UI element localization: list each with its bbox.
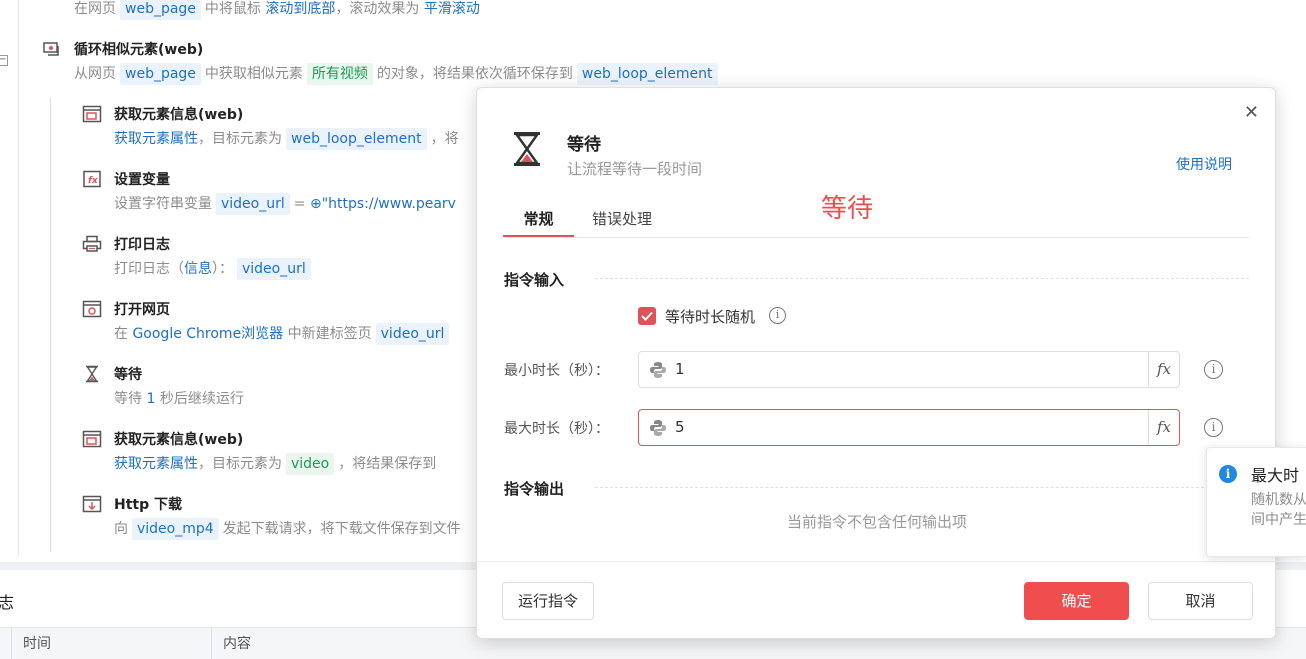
app-stage: − 在网页 web_page 中将鼠标 滚动到底部，滚动效果为 平滑滚动 循环相似元…: [0, 0, 1306, 659]
footer-divider: [477, 561, 1277, 562]
step-print-log[interactable]: 打印日志 打印日志（信息）： video_url: [82, 232, 482, 282]
step-http-download[interactable]: Http 下载 向 video_mp4 发起下载请求，将下载文件保存到文件: [82, 492, 482, 542]
step-wait[interactable]: 等待 等待 1 秒后继续运行: [82, 362, 482, 412]
step-title: 打开网页: [114, 302, 170, 318]
step-get-info-2[interactable]: 获取元素信息(web) 获取元素属性，目标元素为 video ，将结果保存到: [82, 427, 482, 477]
var-token[interactable]: web_loop_element: [286, 128, 427, 150]
hourglass-icon: [511, 131, 543, 167]
random-checkbox[interactable]: [638, 307, 656, 325]
log-panel-title: 志: [0, 593, 15, 612]
step-title: Http 下载: [114, 497, 182, 513]
step-open-page[interactable]: 打开网页 在 Google Chrome浏览器 中新建标签页 video_url: [82, 297, 482, 347]
step-title: 等待: [114, 367, 142, 383]
dialog-title: 等待: [567, 135, 601, 155]
action-link[interactable]: 滚动到底部: [265, 1, 335, 17]
var-token[interactable]: video_mp4: [132, 518, 219, 540]
confirm-button[interactable]: 确定: [1024, 582, 1129, 620]
browser-icon: [82, 300, 102, 318]
var-token[interactable]: video_url: [237, 258, 311, 280]
action-link[interactable]: 获取元素属性: [114, 131, 198, 147]
tree-guide-outer: [18, 0, 19, 556]
tree-guide-inner: [50, 98, 51, 552]
element-info-icon: [82, 430, 102, 448]
python-icon: [649, 361, 667, 379]
element-token[interactable]: 所有视频: [306, 63, 373, 85]
fx-button[interactable]: fx: [1148, 352, 1179, 387]
printer-icon: [82, 235, 102, 253]
loop-icon: [42, 40, 62, 58]
element-info-icon: [82, 105, 102, 123]
section-divider: [595, 487, 1249, 488]
col-content: 内容: [223, 636, 251, 652]
seconds-value[interactable]: 1: [146, 391, 155, 407]
var-token[interactable]: web_loop_element: [576, 63, 718, 85]
output-section-title: 指令输出: [504, 480, 565, 498]
min-duration-value: 1: [675, 360, 685, 378]
section-divider: [595, 278, 1249, 279]
tooltip-popover: i 最大时 随机数从 间中产生: [1206, 447, 1306, 557]
step-title: 打印日志: [114, 237, 170, 253]
collapse-toggle[interactable]: −: [0, 55, 8, 66]
var-token[interactable]: video_url: [216, 193, 290, 215]
overlay-label: 等待: [821, 194, 874, 224]
output-empty-text: 当前指令不包含任何输出项: [786, 513, 967, 531]
step-scroll-desc[interactable]: 在网页 web_page 中将鼠标 滚动到底部，滚动效果为 平滑滚动: [74, 0, 480, 21]
step-set-variable[interactable]: fx 设置变量 设置字符串变量 video_url = ⊕"https://www.p…: [82, 167, 482, 217]
close-icon[interactable]: ✕: [1244, 102, 1259, 123]
max-duration-value: 5: [675, 418, 685, 436]
level-link[interactable]: 信息: [184, 261, 212, 277]
tab-underline: [503, 237, 1249, 238]
run-command-button[interactable]: 运行指令: [502, 582, 594, 620]
min-duration-label: 最小时长（秒）：: [504, 363, 609, 379]
var-token[interactable]: video_url: [375, 323, 450, 345]
download-icon: [82, 495, 102, 513]
info-icon[interactable]: i: [769, 307, 786, 324]
variable-icon: fx: [82, 170, 102, 188]
max-duration-input[interactable]: 5 fx: [638, 409, 1180, 446]
string-value: "https://www.pearv: [321, 196, 456, 212]
tooltip-line-1: 随机数从: [1251, 492, 1306, 508]
tab-error-handling[interactable]: 错误处理: [592, 208, 652, 229]
cancel-button[interactable]: 取消: [1148, 582, 1253, 620]
step-loop[interactable]: 循环相似元素(web) 从网页 web_page 中获取相似元素 所有视频 的对象，将结…: [42, 37, 942, 87]
python-icon: [649, 419, 667, 437]
python-icon: ⊕: [309, 196, 322, 212]
wait-dialog: ✕ 等待 让流程等待一段时间 使用说明 等待 常规 错误处理 指令输入 等待时长…: [476, 87, 1277, 639]
step-title: 设置变量: [114, 172, 170, 188]
col-time: 时间: [23, 636, 51, 652]
min-duration-input[interactable]: 1 fx: [638, 351, 1180, 388]
step-title: 获取元素信息(web): [114, 432, 244, 448]
var-token[interactable]: web_page: [120, 0, 201, 20]
dialog-subtitle: 让流程等待一段时间: [567, 160, 703, 178]
fx-button[interactable]: fx: [1148, 410, 1179, 445]
info-filled-icon: i: [1219, 465, 1237, 483]
tooltip-line-2: 间中产生: [1251, 512, 1306, 528]
tooltip-title: 最大时: [1251, 466, 1300, 485]
svg-text:fx: fx: [88, 176, 99, 186]
input-section-title: 指令输入: [504, 271, 565, 289]
hourglass-icon: [82, 365, 102, 383]
step-title: 获取元素信息(web): [114, 107, 244, 123]
step-title: 循环相似元素(web): [74, 42, 204, 58]
browser-link[interactable]: Google Chrome浏览器: [132, 326, 283, 342]
help-link[interactable]: 使用说明: [1176, 154, 1232, 174]
action-link[interactable]: 获取元素属性: [114, 456, 198, 472]
effect-link[interactable]: 平滑滚动: [424, 1, 480, 17]
var-token[interactable]: web_page: [120, 63, 201, 85]
info-icon[interactable]: i: [1204, 360, 1223, 379]
tab-general[interactable]: 常规: [503, 208, 574, 237]
random-checkbox-label[interactable]: 等待时长随机: [665, 306, 755, 327]
step-get-info-1[interactable]: 获取元素信息(web) 获取元素属性，目标元素为 web_loop_element…: [82, 102, 482, 152]
max-duration-label: 最大时长（秒）：: [504, 421, 609, 437]
info-icon[interactable]: i: [1204, 418, 1223, 437]
element-token[interactable]: video: [286, 453, 335, 475]
